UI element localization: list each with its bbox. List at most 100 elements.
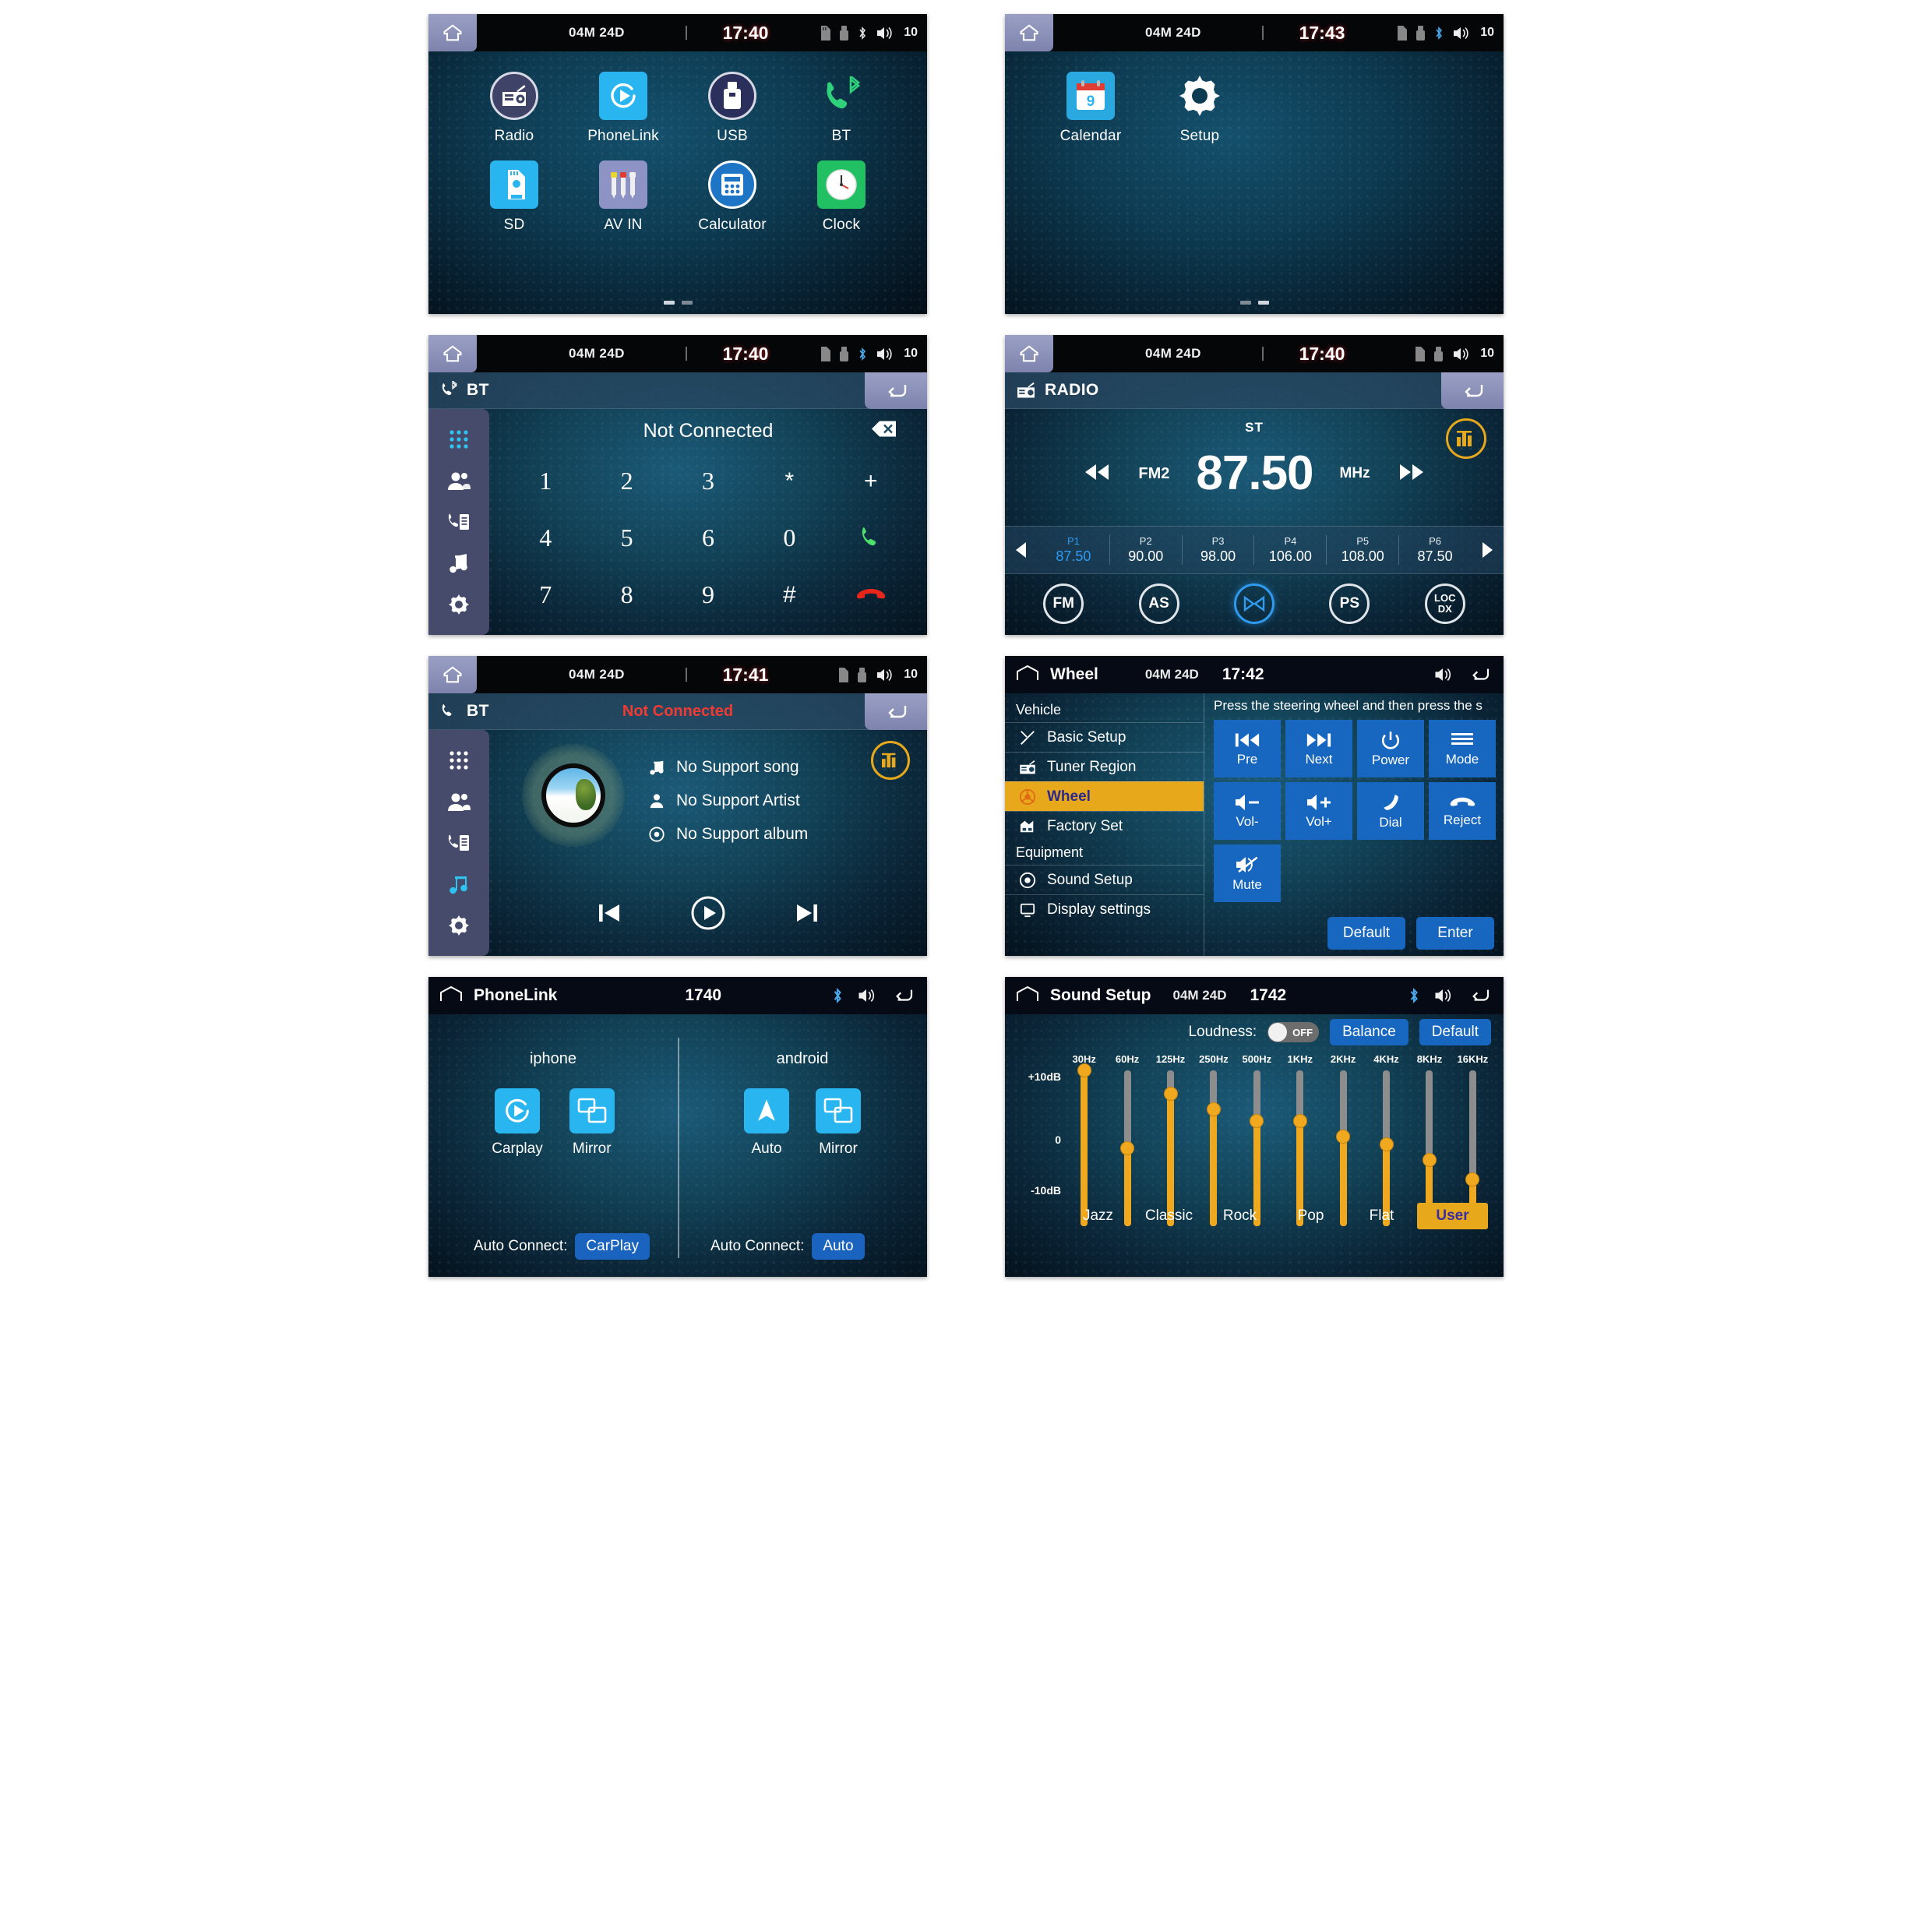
key-4[interactable]: 4 <box>505 509 586 566</box>
wheel-button-next[interactable]: Next <box>1285 720 1352 777</box>
eq-preset-pop[interactable]: Pop <box>1275 1203 1346 1229</box>
key-star[interactable]: * <box>749 453 830 509</box>
menu-item-sound-setup[interactable]: Sound Setup <box>1005 865 1204 894</box>
app-phonelink[interactable]: PhoneLink <box>569 72 678 145</box>
app-usb[interactable]: USB <box>678 72 787 145</box>
key-6[interactable]: 6 <box>668 509 749 566</box>
menu-item-tuner-region[interactable]: Tuner Region <box>1005 752 1204 781</box>
home-button[interactable] <box>1005 14 1053 51</box>
sidebar-item-call-history[interactable] <box>443 827 474 858</box>
app-sd[interactable]: SD <box>460 160 569 234</box>
wheel-button-power[interactable]: Power <box>1357 720 1424 777</box>
app-calculator[interactable]: Calculator <box>678 160 787 234</box>
app-bt[interactable]: BT <box>787 72 896 145</box>
eq-preset-classic[interactable]: Classic <box>1133 1203 1204 1229</box>
default-button[interactable]: Default <box>1419 1019 1491 1045</box>
key-1[interactable]: 1 <box>505 453 586 509</box>
preset-p1[interactable]: P1 87.50 <box>1038 535 1110 565</box>
eq-preset-user[interactable]: User <box>1417 1203 1488 1229</box>
dial-keypad[interactable]: 1 2 3 * + 4 5 6 0 7 8 9 # <box>489 453 927 623</box>
next-track-button[interactable] <box>794 901 820 929</box>
presets-prev-button[interactable] <box>1005 541 1038 559</box>
menu-item-factory-set[interactable]: Factory Set <box>1005 811 1204 841</box>
wheel-button-mode[interactable]: Mode <box>1429 720 1496 777</box>
eq-preset-jazz[interactable]: Jazz <box>1063 1203 1133 1229</box>
eq-slider-knob[interactable] <box>1206 1102 1221 1116</box>
wheel-button-mute[interactable]: Mute <box>1214 844 1281 902</box>
app-setup[interactable]: Setup <box>1145 72 1254 145</box>
sidebar-item-music[interactable] <box>443 869 474 900</box>
key-0[interactable]: 0 <box>749 509 830 566</box>
auto-connect-value[interactable]: Auto <box>812 1233 865 1260</box>
seek-up-button[interactable] <box>1397 462 1426 486</box>
eq-slider-knob[interactable] <box>1422 1153 1437 1167</box>
balance-button[interactable]: Balance <box>1330 1019 1408 1045</box>
back-button[interactable] <box>1441 372 1504 409</box>
home-button[interactable] <box>1005 335 1053 372</box>
hangup-button[interactable] <box>830 566 911 623</box>
key-9[interactable]: 9 <box>668 566 749 623</box>
preset-p5[interactable]: P5 108.00 <box>1327 535 1400 565</box>
menu-item-display-settings[interactable]: Display settings <box>1005 894 1204 924</box>
eq-preset-flat[interactable]: Flat <box>1346 1203 1417 1229</box>
preset-p3[interactable]: P3 98.00 <box>1183 535 1255 565</box>
page-indicator[interactable] <box>1005 301 1504 305</box>
carplay-button[interactable]: Carplay <box>492 1088 543 1158</box>
presets-next-button[interactable] <box>1471 541 1504 559</box>
wheel-button-vol-down[interactable]: Vol- <box>1214 782 1281 840</box>
sidebar-item-settings[interactable] <box>443 910 474 941</box>
auto-store-button[interactable]: AS <box>1138 583 1179 624</box>
band-fm-button[interactable]: FM <box>1043 583 1084 624</box>
menu-item-basic-setup[interactable]: Basic Setup <box>1005 722 1204 752</box>
key-plus[interactable]: + <box>830 453 911 509</box>
home-icon[interactable] <box>1016 665 1039 686</box>
app-radio[interactable]: Radio <box>460 72 569 145</box>
key-2[interactable]: 2 <box>586 453 667 509</box>
program-scan-button[interactable]: PS <box>1329 583 1370 624</box>
home-button[interactable] <box>428 656 477 693</box>
android-auto-button[interactable]: Auto <box>744 1088 789 1158</box>
preset-p2[interactable]: P2 90.00 <box>1110 535 1183 565</box>
key-3[interactable]: 3 <box>668 453 749 509</box>
seek-down-button[interactable] <box>1082 462 1112 486</box>
sidebar-item-keypad[interactable] <box>443 424 474 455</box>
sidebar-item-contacts[interactable] <box>443 786 474 817</box>
app-calendar[interactable]: 9 Calendar <box>1036 72 1145 145</box>
eq-slider-knob[interactable] <box>1120 1141 1135 1155</box>
android-mirror-button[interactable]: Mirror <box>816 1088 861 1158</box>
equalizer-button[interactable] <box>871 741 910 780</box>
sidebar-item-keypad[interactable] <box>443 745 474 776</box>
eq-slider-knob[interactable] <box>1379 1137 1394 1151</box>
eq-slider-knob[interactable] <box>1292 1114 1307 1128</box>
previous-track-button[interactable] <box>596 901 622 929</box>
eq-slider-knob[interactable] <box>1336 1130 1351 1144</box>
wheel-button-vol-up[interactable]: Vol+ <box>1285 782 1352 840</box>
back-button[interactable] <box>865 693 927 730</box>
home-icon[interactable] <box>439 985 463 1007</box>
app-avin[interactable]: AV IN <box>569 160 678 234</box>
app-clock[interactable]: Clock <box>787 160 896 234</box>
wheel-button-pre[interactable]: Pre <box>1214 720 1281 777</box>
sidebar-item-music[interactable] <box>443 548 474 579</box>
preset-p6[interactable]: P6 87.50 <box>1399 535 1471 565</box>
home-button[interactable] <box>428 335 477 372</box>
loc-dx-button[interactable]: LOC DX <box>1424 583 1465 624</box>
backspace-button[interactable] <box>871 420 897 442</box>
eq-slider-knob[interactable] <box>1465 1172 1480 1186</box>
band-label[interactable]: FM2 <box>1138 465 1169 483</box>
eq-slider-knob[interactable] <box>1077 1063 1091 1077</box>
eq-slider-knob[interactable] <box>1250 1114 1264 1128</box>
page-indicator[interactable] <box>428 301 927 305</box>
enter-button[interactable]: Enter <box>1416 917 1494 950</box>
wheel-button-dial[interactable]: Dial <box>1357 782 1424 840</box>
back-button[interactable] <box>865 372 927 409</box>
sidebar-item-call-history[interactable] <box>443 506 474 538</box>
preset-p4[interactable]: P4 106.00 <box>1254 535 1327 565</box>
eq-preset-rock[interactable]: Rock <box>1204 1203 1275 1229</box>
iphone-mirror-button[interactable]: Mirror <box>569 1088 615 1158</box>
home-button[interactable] <box>428 14 477 51</box>
call-button[interactable] <box>830 509 911 566</box>
play-button[interactable] <box>689 894 727 936</box>
sidebar-item-settings[interactable] <box>443 589 474 620</box>
default-button[interactable]: Default <box>1327 917 1405 950</box>
